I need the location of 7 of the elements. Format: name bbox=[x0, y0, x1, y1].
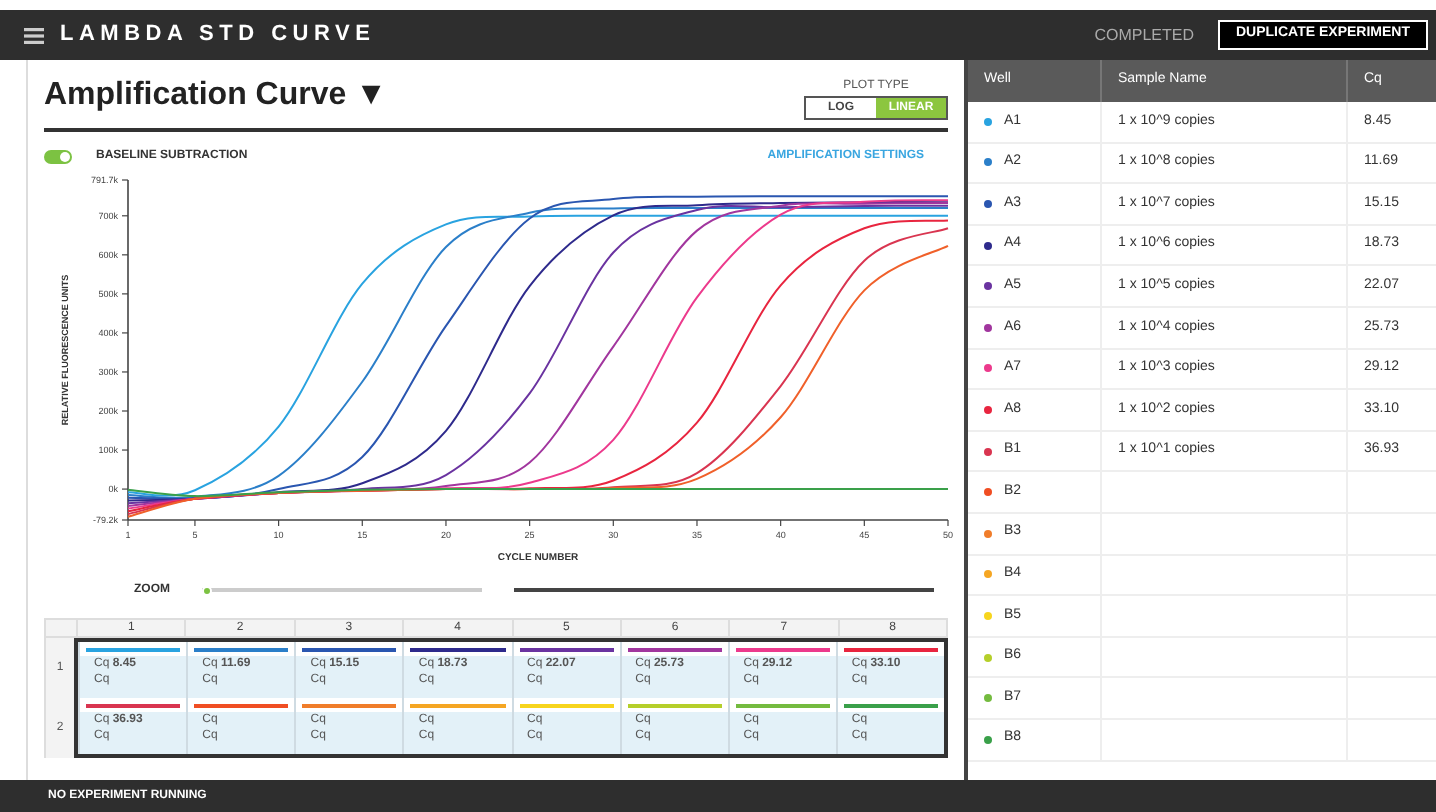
app-title: LAMBDA STD CURVE bbox=[60, 20, 376, 51]
panel-title[interactable]: Amplification Curve ▼ bbox=[44, 72, 387, 120]
zoom-slider[interactable] bbox=[202, 585, 482, 595]
slider-thumb[interactable] bbox=[202, 585, 212, 595]
run-status: COMPLETED bbox=[1094, 23, 1194, 47]
baseline-toggle[interactable] bbox=[44, 149, 72, 163]
menu-icon[interactable] bbox=[24, 27, 44, 43]
